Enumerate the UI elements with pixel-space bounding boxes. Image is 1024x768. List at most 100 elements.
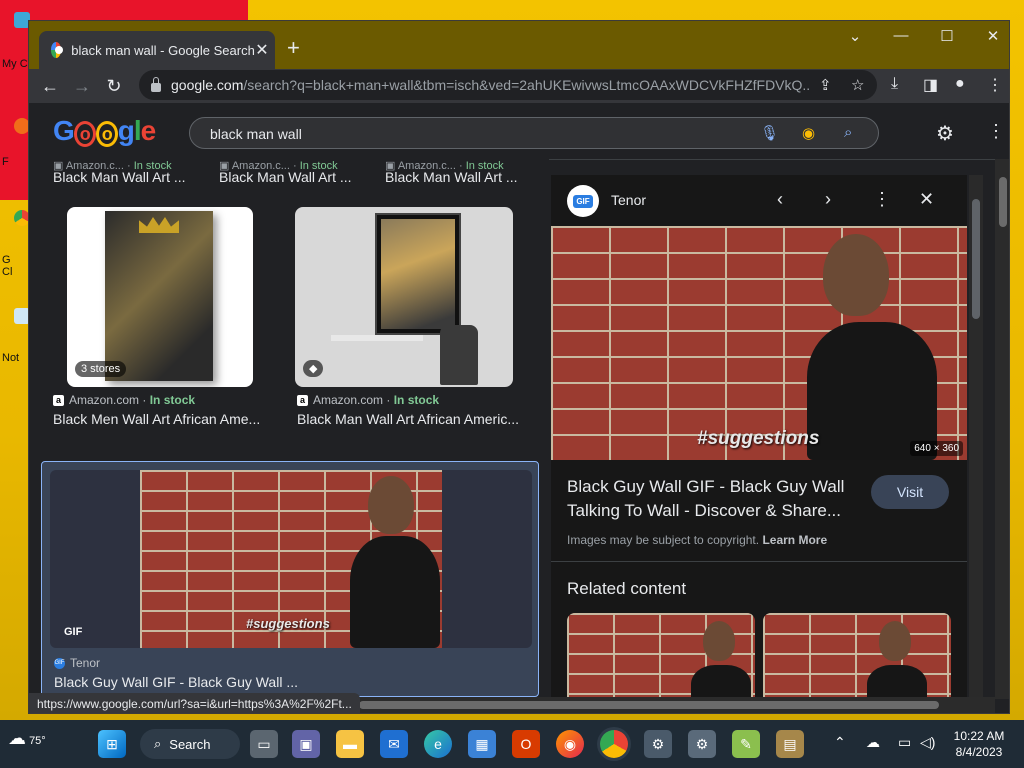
archive-app-icon[interactable]: ▤ — [776, 730, 804, 758]
mail-icon[interactable]: ✉ — [380, 730, 408, 758]
preview-site-name[interactable]: Tenor — [611, 192, 646, 208]
gif-caption-overlay: #suggestions — [697, 428, 820, 449]
clock-date: 8/4/2023 — [955, 745, 1003, 759]
browser-window: black man wall - Google Search ✕ + ⌄ — ☐… — [28, 20, 1010, 714]
desktop-label: My C — [2, 58, 28, 70]
stores-badge: 3 stores — [75, 361, 127, 377]
forward-icon[interactable]: → — [69, 73, 95, 99]
tray-chevron-icon[interactable]: ⌃ — [834, 734, 846, 751]
result-source: a Amazon.com · In stock — [53, 393, 195, 407]
apps-grid-icon[interactable]: ⋮⋮ — [987, 121, 1009, 142]
google-favicon-icon — [51, 42, 64, 58]
desktop-label: G Cl — [2, 254, 13, 278]
tenor-logo-icon: GIF — [567, 185, 599, 217]
result-title[interactable]: Black Man Wall Art African Americ... — [297, 411, 519, 427]
firefox-icon[interactable]: ◉ — [556, 730, 584, 758]
related-image-2[interactable] — [763, 613, 951, 697]
man-head — [368, 476, 414, 534]
more-menu-icon[interactable]: ⋮ — [987, 75, 1003, 95]
download-icon[interactable]: ⤓ — [891, 75, 898, 93]
preview-image[interactable]: #suggestions 640 × 360 — [551, 226, 967, 460]
taskbar-search-button[interactable]: ⌕ Search — [140, 729, 240, 759]
tab-strip: black man wall - Google Search ✕ + ⌄ — ☐… — [29, 21, 1009, 69]
tag-icon: ◆ — [303, 360, 324, 377]
preview-title[interactable]: Black Guy Wall GIF - Black Guy Wall Talk… — [567, 475, 857, 523]
selected-result-card[interactable]: #suggestions GIF GIF Tenor Black Guy Wall… — [41, 461, 539, 697]
search-query: black man wall — [210, 126, 302, 142]
previous-icon[interactable]: ‹ — [777, 189, 783, 210]
share-icon[interactable]: ⇪ — [819, 76, 832, 94]
lens-icon[interactable]: ◉ — [802, 124, 815, 142]
task-view-icon[interactable]: ▭ — [250, 730, 278, 758]
desktop-label: Not — [2, 352, 20, 364]
profile-icon[interactable]: ● — [955, 75, 965, 93]
start-icon[interactable]: ⊞ — [98, 730, 126, 758]
result-title[interactable]: Black Man Wall Art ... — [219, 169, 352, 185]
tab-google-search[interactable]: black man wall - Google Search ✕ — [39, 31, 275, 69]
learn-more-link[interactable]: Learn More — [762, 533, 827, 547]
maximize-icon[interactable]: ☐ — [927, 27, 967, 45]
tab-close-icon[interactable]: ✕ — [255, 40, 269, 60]
man-head — [879, 621, 911, 661]
office-icon[interactable]: O — [512, 730, 540, 758]
result-title[interactable]: Black Man Wall Art ... — [53, 169, 186, 185]
visit-button[interactable]: Visit — [871, 475, 949, 509]
search-icon[interactable]: ⌕ — [844, 124, 852, 141]
teams-icon[interactable]: ▣ — [292, 730, 320, 758]
result-image-gif[interactable]: #suggestions GIF — [50, 470, 532, 648]
man-head — [703, 621, 735, 661]
gif-badge: GIF — [64, 626, 83, 638]
system-clock[interactable]: 10:22 AM 8/4/2023 — [944, 728, 1014, 760]
related-image-1[interactable] — [567, 613, 755, 697]
result-image-wall-art-1[interactable]: 3 stores — [67, 207, 253, 387]
result-source: a Amazon.com · In stock — [297, 393, 439, 407]
reload-icon[interactable]: ↻ — [101, 73, 127, 99]
divider — [551, 561, 967, 562]
status-bar-url: https://www.google.com/url?sa=i&url=http… — [29, 693, 360, 713]
weather-widget[interactable]: ☁ 75° — [8, 728, 46, 749]
close-window-icon[interactable]: ✕ — [973, 27, 1009, 45]
settings-gear-icon[interactable]: ⚙ — [936, 121, 954, 146]
result-image-wall-art-2[interactable]: ◆ — [295, 207, 513, 387]
volume-icon[interactable]: ◁) — [920, 734, 935, 751]
network-off-icon[interactable]: ☁ — [866, 734, 880, 751]
back-icon[interactable]: ← — [37, 73, 63, 99]
bookmark-star-icon[interactable]: ☆ — [851, 76, 864, 94]
minimize-icon[interactable]: — — [881, 27, 921, 44]
result-title[interactable]: Black Men Wall Art African Ame... — [53, 411, 260, 427]
man-body — [350, 536, 440, 648]
amazon-favicon-icon: a — [297, 394, 308, 406]
image-dimensions: 640 × 360 — [910, 441, 963, 456]
search-input[interactable]: black man wall 🎙 ◉ ⌕ — [189, 117, 879, 149]
desktop-icons: My C F G Cl Not — [0, 0, 30, 380]
file-explorer-icon[interactable]: ▬ — [336, 730, 364, 758]
chrome-icon[interactable] — [600, 730, 628, 758]
address-bar[interactable]: google.com/search?q=black+man+wall&tbm=i… — [139, 70, 877, 100]
tab-title: black man wall - Google Search — [71, 42, 255, 58]
panel-scrollbar[interactable] — [969, 175, 983, 697]
horizontal-scrollbar[interactable] — [349, 697, 995, 713]
cloud-icon: ☁ — [8, 728, 26, 748]
amazon-favicon-icon: a — [53, 394, 64, 406]
edge-icon[interactable]: e — [424, 730, 452, 758]
tenor-favicon-icon: GIF — [54, 657, 65, 669]
notepad-app-icon[interactable]: ✎ — [732, 730, 760, 758]
search-icon: ⌕ — [154, 736, 162, 751]
close-panel-icon[interactable]: ✕ — [919, 189, 934, 210]
new-tab-button[interactable]: + — [287, 35, 300, 61]
result-title[interactable]: Black Guy Wall GIF - Black Guy Wall ... — [54, 674, 298, 690]
voice-search-icon[interactable]: 🎙 — [760, 124, 779, 142]
result-title[interactable]: Black Man Wall Art ... — [385, 169, 518, 185]
google-doodle-logo[interactable]: Go o gle — [53, 115, 156, 147]
display-icon[interactable]: ▭ — [898, 734, 911, 751]
lock-icon — [151, 76, 161, 92]
tab-search-icon[interactable]: ⌄ — [835, 27, 875, 45]
man-head — [823, 234, 889, 316]
control-panel-icon[interactable]: ⚙ — [688, 730, 716, 758]
settings-app-icon[interactable]: ⚙ — [644, 730, 672, 758]
side-panel-icon[interactable]: ◨ — [923, 75, 938, 95]
page-scrollbar[interactable] — [995, 159, 1009, 699]
store-icon[interactable]: ▦ — [468, 730, 496, 758]
next-icon[interactable]: › — [825, 189, 831, 210]
more-options-icon[interactable]: ⋮ — [873, 189, 891, 210]
